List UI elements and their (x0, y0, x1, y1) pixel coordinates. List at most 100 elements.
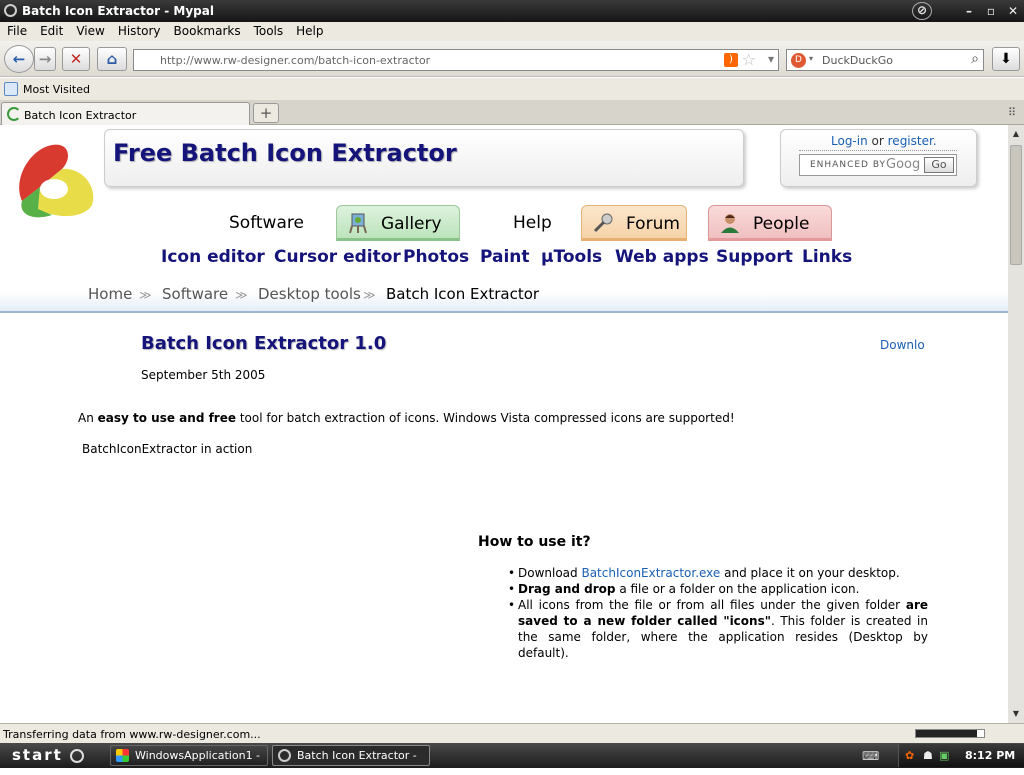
download-icon: ⬇ (1000, 51, 1012, 67)
start-button[interactable]: start (0, 744, 100, 767)
menu-file[interactable]: File (0, 22, 33, 38)
keyboard-icon[interactable]: ⌨ (862, 749, 879, 763)
easel-icon (349, 213, 367, 234)
start-orb-icon (70, 748, 85, 763)
window-title: Batch Icon Extractor - Mypal (22, 4, 214, 18)
page-heading: Batch Icon Extractor 1.0 (141, 333, 387, 354)
scroll-down-icon[interactable]: ▼ (1009, 707, 1023, 721)
menu-help[interactable]: Help (289, 22, 329, 38)
nav-forum-label: Forum (626, 214, 680, 234)
rss-icon[interactable]: ) (724, 53, 738, 67)
web-page: Free Batch Icon Extractor Log-in or regi… (0, 125, 1008, 723)
bookmarks-toolbar: Most Visited (0, 78, 1024, 100)
breadcrumb-separator-icon: ≫ (235, 288, 248, 302)
download-button[interactable]: ⬇ (992, 47, 1020, 71)
step-text: and place it on your desktop. (720, 566, 900, 580)
vertical-scrollbar[interactable]: ▲ ▼ (1008, 125, 1024, 723)
login-box: Log-in or register. ENHANCED BY Goog Go (780, 129, 977, 187)
subnav-web-apps[interactable]: Web apps (615, 247, 709, 267)
loading-icon (7, 107, 21, 121)
stop-button[interactable]: ✕ (62, 47, 90, 71)
menu-history[interactable]: History (111, 22, 167, 38)
tray-ghost-icon[interactable]: ☗ (923, 749, 933, 762)
exe-download-link[interactable]: BatchIconExtractor.exe (581, 566, 720, 580)
stop-icon: ✕ (69, 50, 83, 68)
progress-fill (916, 730, 978, 737)
howto-steps: Download BatchIconExtractor.exe and plac… (508, 565, 928, 661)
or-text: or (871, 134, 884, 148)
microphone-icon (593, 213, 613, 233)
breadcrumb-desktop-tools[interactable]: Desktop tools (258, 285, 361, 303)
duckduckgo-icon[interactable]: D (791, 53, 806, 68)
menu-bookmarks[interactable]: Bookmarks (167, 22, 247, 38)
menu-bar: File Edit View History Bookmarks Tools Help (0, 22, 1024, 41)
taskbar-item-batch-icon-extractor[interactable]: Batch Icon Extractor - ... (272, 745, 430, 775)
back-arrow-icon: ← (12, 50, 26, 68)
home-icon: ⌂ (106, 50, 118, 68)
close-button[interactable]: ✕ (1004, 3, 1022, 19)
site-title: Free Batch Icon Extractor (113, 139, 457, 167)
bookmark-star-icon[interactable]: ☆ (742, 50, 756, 69)
search-icon[interactable]: ⌕ (971, 51, 979, 67)
nav-help[interactable]: Help (513, 205, 563, 241)
breadcrumb-current: Batch Icon Extractor (386, 285, 540, 303)
breadcrumb-home[interactable]: Home (88, 285, 132, 303)
nav-gallery[interactable]: Gallery (336, 205, 460, 241)
breadcrumb: Home ≫ Software ≫ Desktop tools ≫ Batch … (0, 279, 1008, 313)
subnav-support[interactable]: Support (716, 247, 793, 267)
home-button[interactable]: ⌂ (97, 47, 127, 71)
scroll-thumb[interactable] (1010, 145, 1022, 265)
tray-icon[interactable]: ✿ (905, 749, 914, 762)
most-visited-icon (4, 82, 18, 96)
subnav-icon-editor[interactable]: Icon editor (161, 247, 265, 267)
list-all-tabs-icon[interactable]: ⠿ (1008, 106, 1016, 119)
menu-tools[interactable]: Tools (247, 22, 290, 38)
nav-software[interactable]: Software (229, 205, 309, 241)
back-button[interactable]: ← (4, 45, 34, 73)
new-tab-button[interactable]: + (253, 103, 279, 123)
search-bar[interactable]: D ▾ DuckDuckGo ⌕ (786, 49, 984, 71)
bookmark-most-visited[interactable]: Most Visited (23, 83, 90, 96)
download-link[interactable]: Downlo (880, 338, 925, 352)
nav-people[interactable]: People (708, 205, 832, 241)
scroll-up-icon[interactable]: ▲ (1009, 127, 1023, 141)
app-icon (4, 4, 17, 17)
maximize-button[interactable]: ▫ (982, 3, 1000, 19)
login-link[interactable]: Log-in (831, 134, 868, 148)
subnav-cursor-editor[interactable]: Cursor editor (274, 247, 401, 267)
task-label: Batch Icon Extractor - ... (297, 749, 417, 775)
system-tray: ✿ ☗ ▣ 8:12 PM (898, 744, 1024, 767)
tray-network-icon[interactable]: ▣ (939, 749, 949, 762)
howto-heading: How to use it? (478, 534, 591, 550)
minimize-button[interactable]: – (960, 3, 978, 19)
nav-forum[interactable]: Forum (581, 205, 687, 241)
subnav-paint[interactable]: Paint (480, 247, 530, 267)
google-go-button[interactable]: Go (924, 157, 954, 173)
mypal-menu-icon[interactable]: ⊘ (912, 2, 932, 20)
url-dropdown-icon[interactable]: ▾ (768, 52, 774, 66)
subnav-links[interactable]: Links (802, 247, 852, 267)
intro-bold: easy to use and free (97, 411, 237, 425)
step-text: All icons from the file or from all file… (518, 598, 906, 612)
menu-edit[interactable]: Edit (33, 22, 69, 38)
google-search-input[interactable]: ENHANCED BY Goog Go (799, 154, 957, 176)
tab-title: Batch Icon Extractor (24, 109, 137, 122)
person-icon (721, 214, 739, 233)
menu-view[interactable]: View (69, 22, 110, 38)
rw-designer-logo[interactable] (12, 139, 100, 221)
window-titlebar: Batch Icon Extractor - Mypal ⊘ – ▫ ✕ (0, 0, 1024, 22)
url-bar[interactable]: http://www.rw-designer.com/batch-icon-ex… (133, 49, 779, 71)
subnav-mutools[interactable]: µTools (541, 247, 602, 267)
forward-button[interactable]: → (34, 47, 56, 71)
nav-gallery-label: Gallery (381, 214, 442, 234)
tab-batch-icon-extractor[interactable]: Batch Icon Extractor (1, 102, 250, 125)
register-link[interactable]: register. (888, 134, 937, 148)
mypal-icon (278, 749, 291, 762)
taskbar-item-windowsapplication1[interactable]: WindowsApplication1 - ... (110, 745, 268, 775)
search-engine-dropdown-icon[interactable]: ▾ (809, 54, 813, 63)
subnav-photos[interactable]: Photos (403, 247, 469, 267)
nav-software-label: Software (229, 213, 304, 233)
status-text: Transferring data from www.rw-designer.c… (3, 728, 261, 741)
release-date: September 5th 2005 (141, 368, 266, 382)
breadcrumb-software[interactable]: Software (162, 285, 228, 303)
